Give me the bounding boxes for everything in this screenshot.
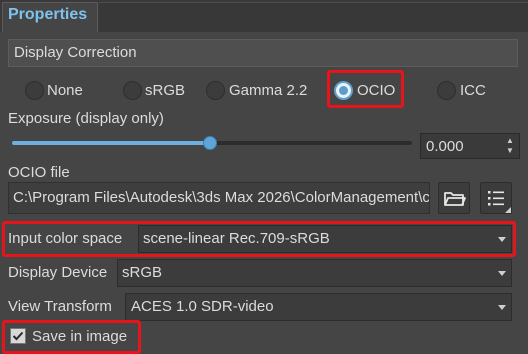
spinner-arrows-icon[interactable]: ▲ ▼ xyxy=(504,136,516,156)
checkmark-icon xyxy=(12,331,24,341)
radio-icc[interactable] xyxy=(437,81,456,100)
chevron-down-icon xyxy=(498,271,506,276)
ocio-options-button[interactable] xyxy=(480,182,512,214)
radio-srgb[interactable] xyxy=(123,81,142,100)
display-device-value: sRGB xyxy=(122,264,163,281)
chevron-down-icon xyxy=(498,237,506,242)
radio-none[interactable] xyxy=(25,81,44,100)
radio-icc-label: ICC xyxy=(460,82,486,99)
save-in-image-label: Save in image xyxy=(32,328,128,345)
exposure-slider-handle[interactable] xyxy=(203,136,217,150)
radio-none-label: None xyxy=(47,82,83,99)
tab-properties-label: Properties xyxy=(8,6,88,23)
radio-ocio-label: OCIO xyxy=(357,82,396,99)
ocio-file-label: OCIO file xyxy=(8,164,70,181)
view-transform-value: ACES 1.0 SDR-video xyxy=(131,298,274,315)
browse-ocio-button[interactable] xyxy=(438,182,470,214)
radio-ocio[interactable] xyxy=(334,81,353,100)
display-device-dropdown[interactable] xyxy=(117,259,512,287)
exposure-value: 0.000 xyxy=(426,138,464,155)
exposure-label: Exposure (display only) xyxy=(8,110,164,127)
ocio-file-path-text: C:\Program Files\Autodesk\3ds Max 2026\C… xyxy=(13,189,429,206)
group-title: Display Correction xyxy=(14,44,137,61)
radio-srgb-label: sRGB xyxy=(145,82,186,99)
radio-gamma[interactable] xyxy=(206,81,225,100)
list-icon xyxy=(488,191,511,213)
radio-gamma-label: Gamma 2.2 xyxy=(229,82,308,99)
chevron-down-icon xyxy=(498,305,506,310)
input-color-space-label: Input color space xyxy=(8,230,123,247)
save-in-image-checkbox[interactable] xyxy=(10,328,26,344)
folder-icon xyxy=(444,192,466,206)
view-transform-label: View Transform xyxy=(8,298,112,315)
input-color-space-value: scene-linear Rec.709-sRGB xyxy=(143,230,330,247)
exposure-slider-fill xyxy=(12,141,210,145)
tab-bar-empty xyxy=(99,2,528,32)
display-device-label: Display Device xyxy=(8,264,108,281)
